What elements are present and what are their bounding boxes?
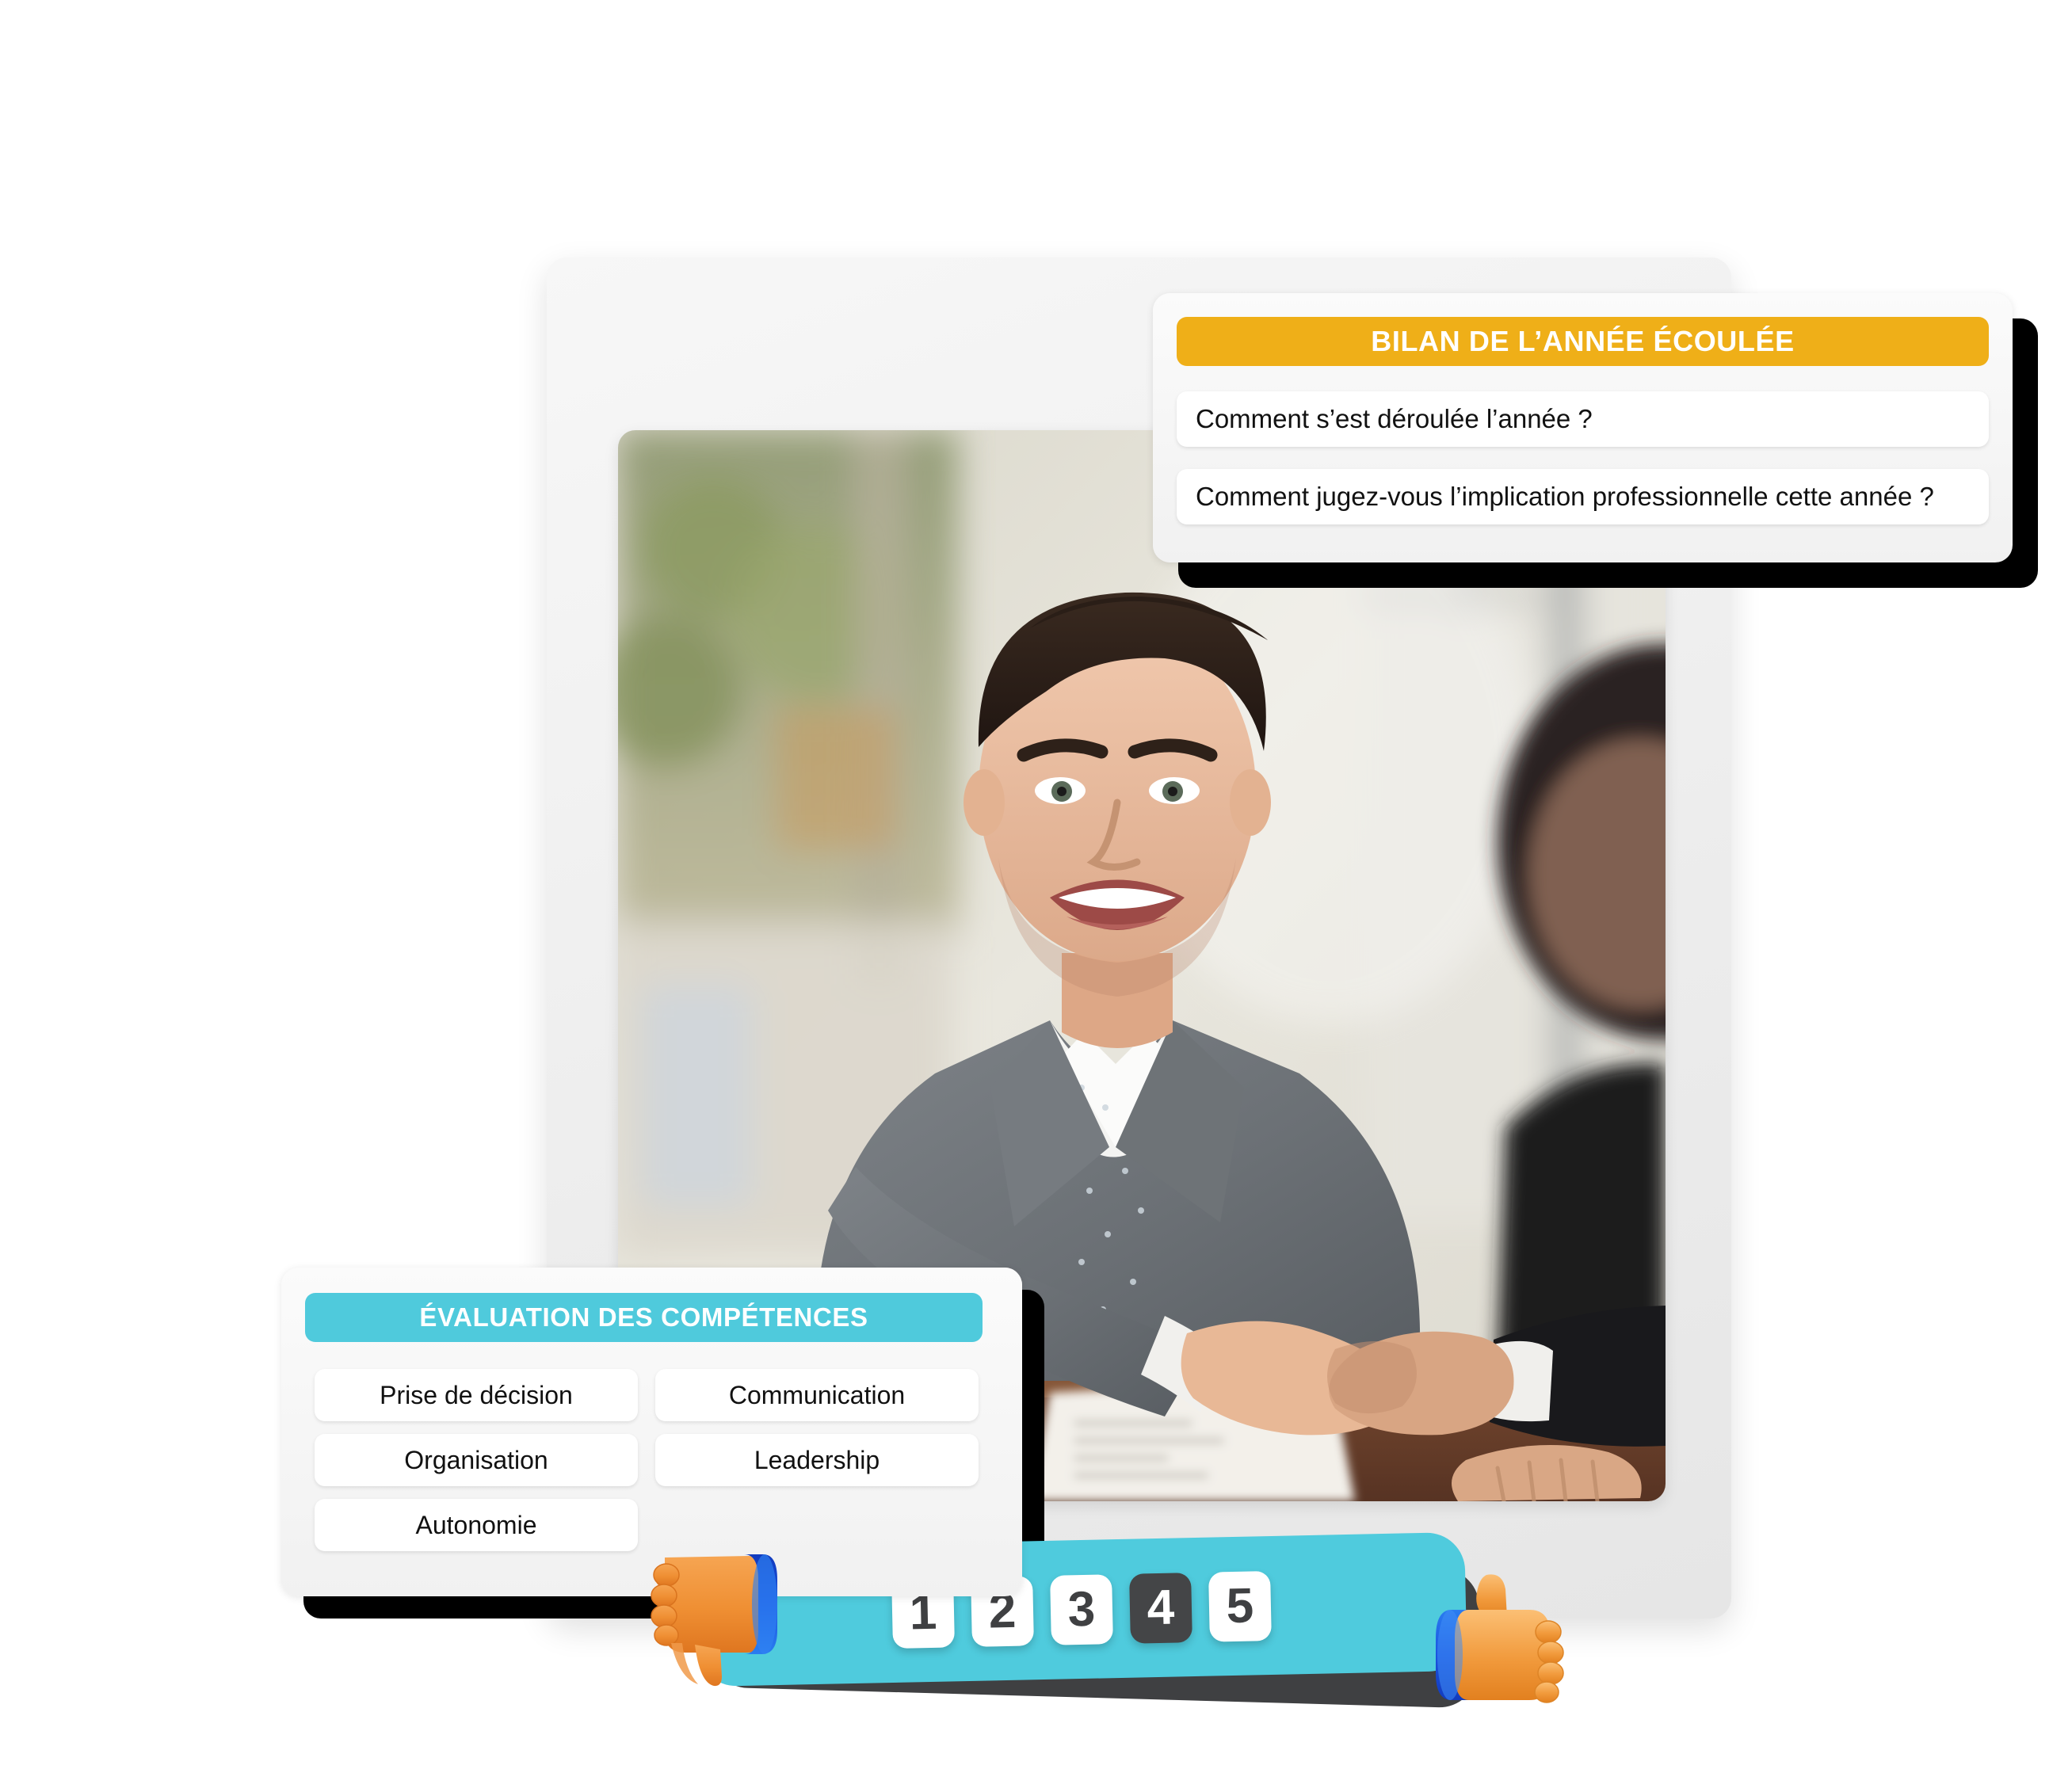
- skill-item-communication[interactable]: Communication: [655, 1369, 979, 1421]
- bilan-card-body: BILAN DE L’ANNÉE ÉCOULÉE Comment s’est d…: [1153, 293, 2013, 562]
- bilan-question-1[interactable]: Comment s’est déroulée l’année ?: [1177, 391, 1989, 447]
- thumbs-down-icon: [638, 1543, 804, 1694]
- skill-item-leadership[interactable]: Leadership: [655, 1434, 979, 1486]
- rating-key-3[interactable]: 3: [1050, 1573, 1113, 1645]
- bilan-question-2[interactable]: Comment jugez-vous l’implication profess…: [1177, 469, 1989, 524]
- rating-key-5[interactable]: 5: [1208, 1570, 1272, 1642]
- skill-item-prise-de-decision[interactable]: Prise de décision: [315, 1369, 638, 1421]
- skill-item-autonomie[interactable]: Autonomie: [315, 1499, 638, 1551]
- rating-key-4[interactable]: 4: [1129, 1572, 1192, 1644]
- bilan-card-header: BILAN DE L’ANNÉE ÉCOULÉE: [1177, 317, 1989, 366]
- skill-item-organisation[interactable]: Organisation: [315, 1434, 638, 1486]
- bilan-card: BILAN DE L’ANNÉE ÉCOULÉE Comment s’est d…: [1153, 293, 2038, 588]
- thumbs-up-icon: [1410, 1567, 1577, 1718]
- competences-card-header: ÉVALUATION DES COMPÉTENCES: [305, 1293, 983, 1342]
